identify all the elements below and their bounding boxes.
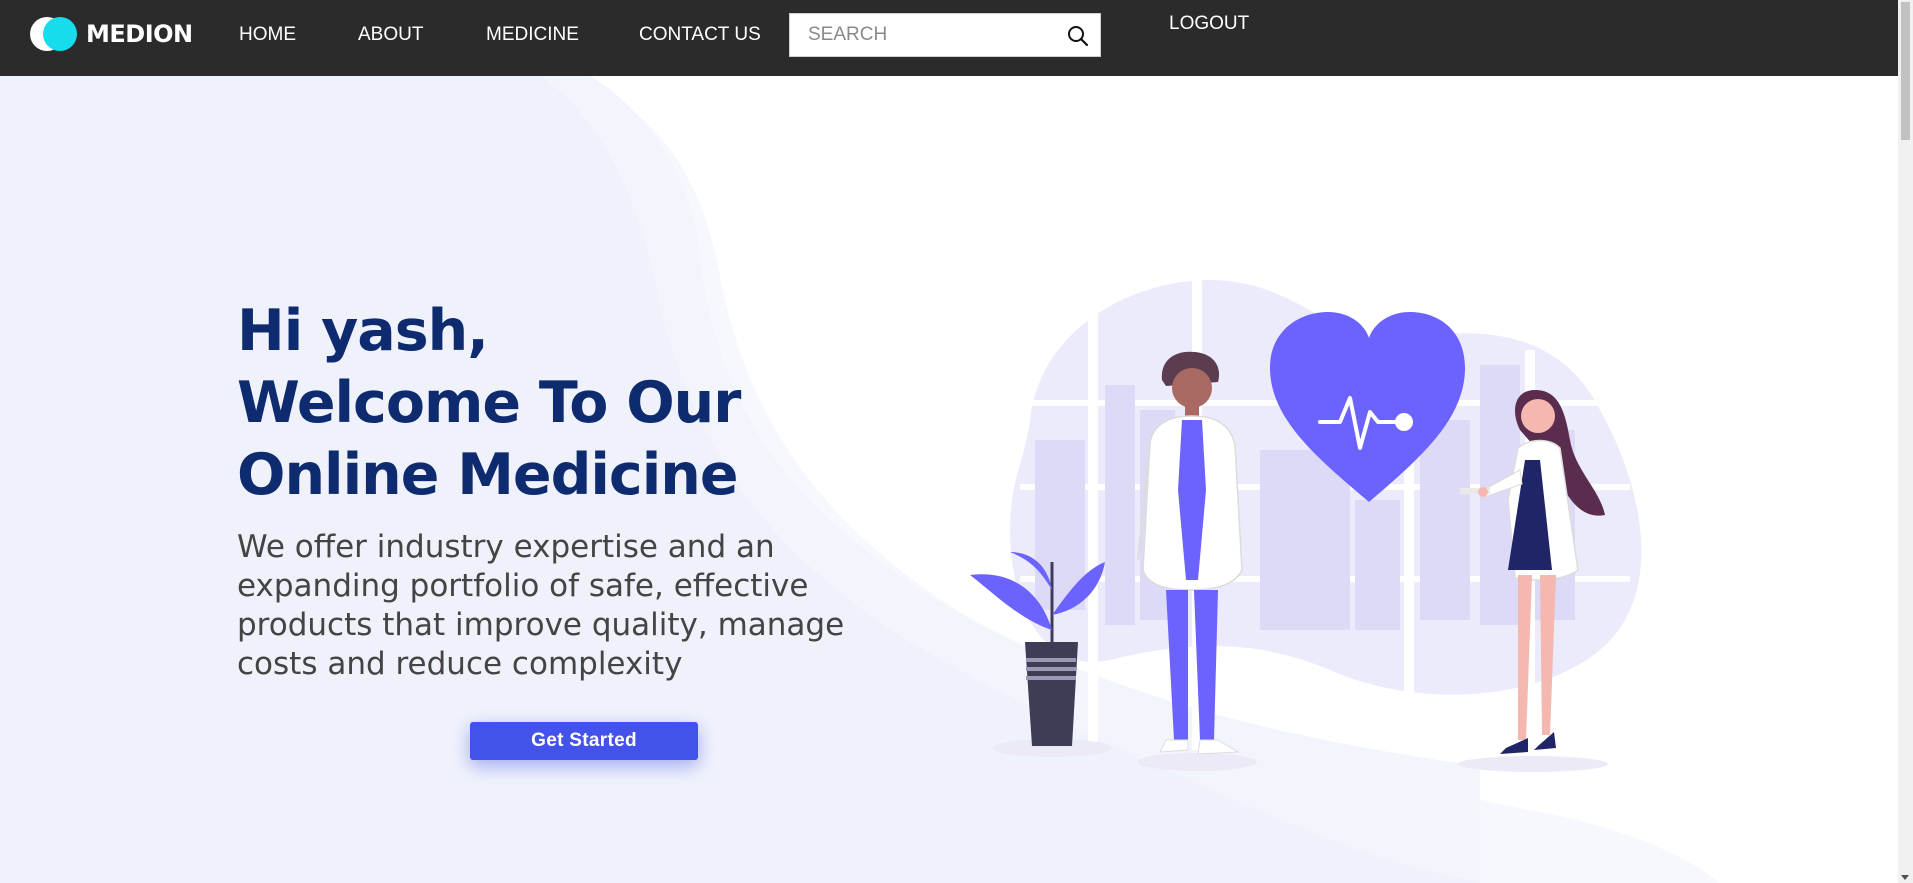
nav-medicine-link[interactable]: MEDICINE xyxy=(486,24,579,46)
greeting-text: Hi yash, xyxy=(237,298,489,364)
welcome-line-2: Online Medicine xyxy=(237,442,738,508)
welcome-line-1: Welcome To Our xyxy=(237,370,741,436)
brand-logo[interactable]: MEDION xyxy=(30,16,193,52)
hero-heading: Hi yash, Welcome To Our Online Medicine xyxy=(237,295,741,511)
search-box xyxy=(789,13,1101,57)
two-circles-logo-icon xyxy=(30,16,82,52)
hero-description: We offer industry expertise and an expan… xyxy=(237,529,845,682)
nav-about-link[interactable]: ABOUT xyxy=(358,24,423,46)
nav-contact-link[interactable]: CONTACT US xyxy=(639,24,761,46)
search-input[interactable] xyxy=(790,15,1050,55)
scrollbar-thumb[interactable] xyxy=(1901,2,1910,140)
doctors-illustration xyxy=(970,270,1642,772)
get-started-button[interactable]: Get Started xyxy=(470,722,698,760)
search-icon[interactable] xyxy=(1066,24,1090,48)
top-navbar: MEDION HOME ABOUT MEDICINE CONTACT US LO… xyxy=(0,0,1898,76)
brand-name: MEDION xyxy=(86,20,193,48)
nav-home-link[interactable]: HOME xyxy=(239,24,296,46)
vertical-scrollbar[interactable] xyxy=(1898,0,1913,883)
scroll-down-arrow-icon[interactable] xyxy=(1901,875,1909,880)
logout-link[interactable]: LOGOUT xyxy=(1169,13,1249,35)
